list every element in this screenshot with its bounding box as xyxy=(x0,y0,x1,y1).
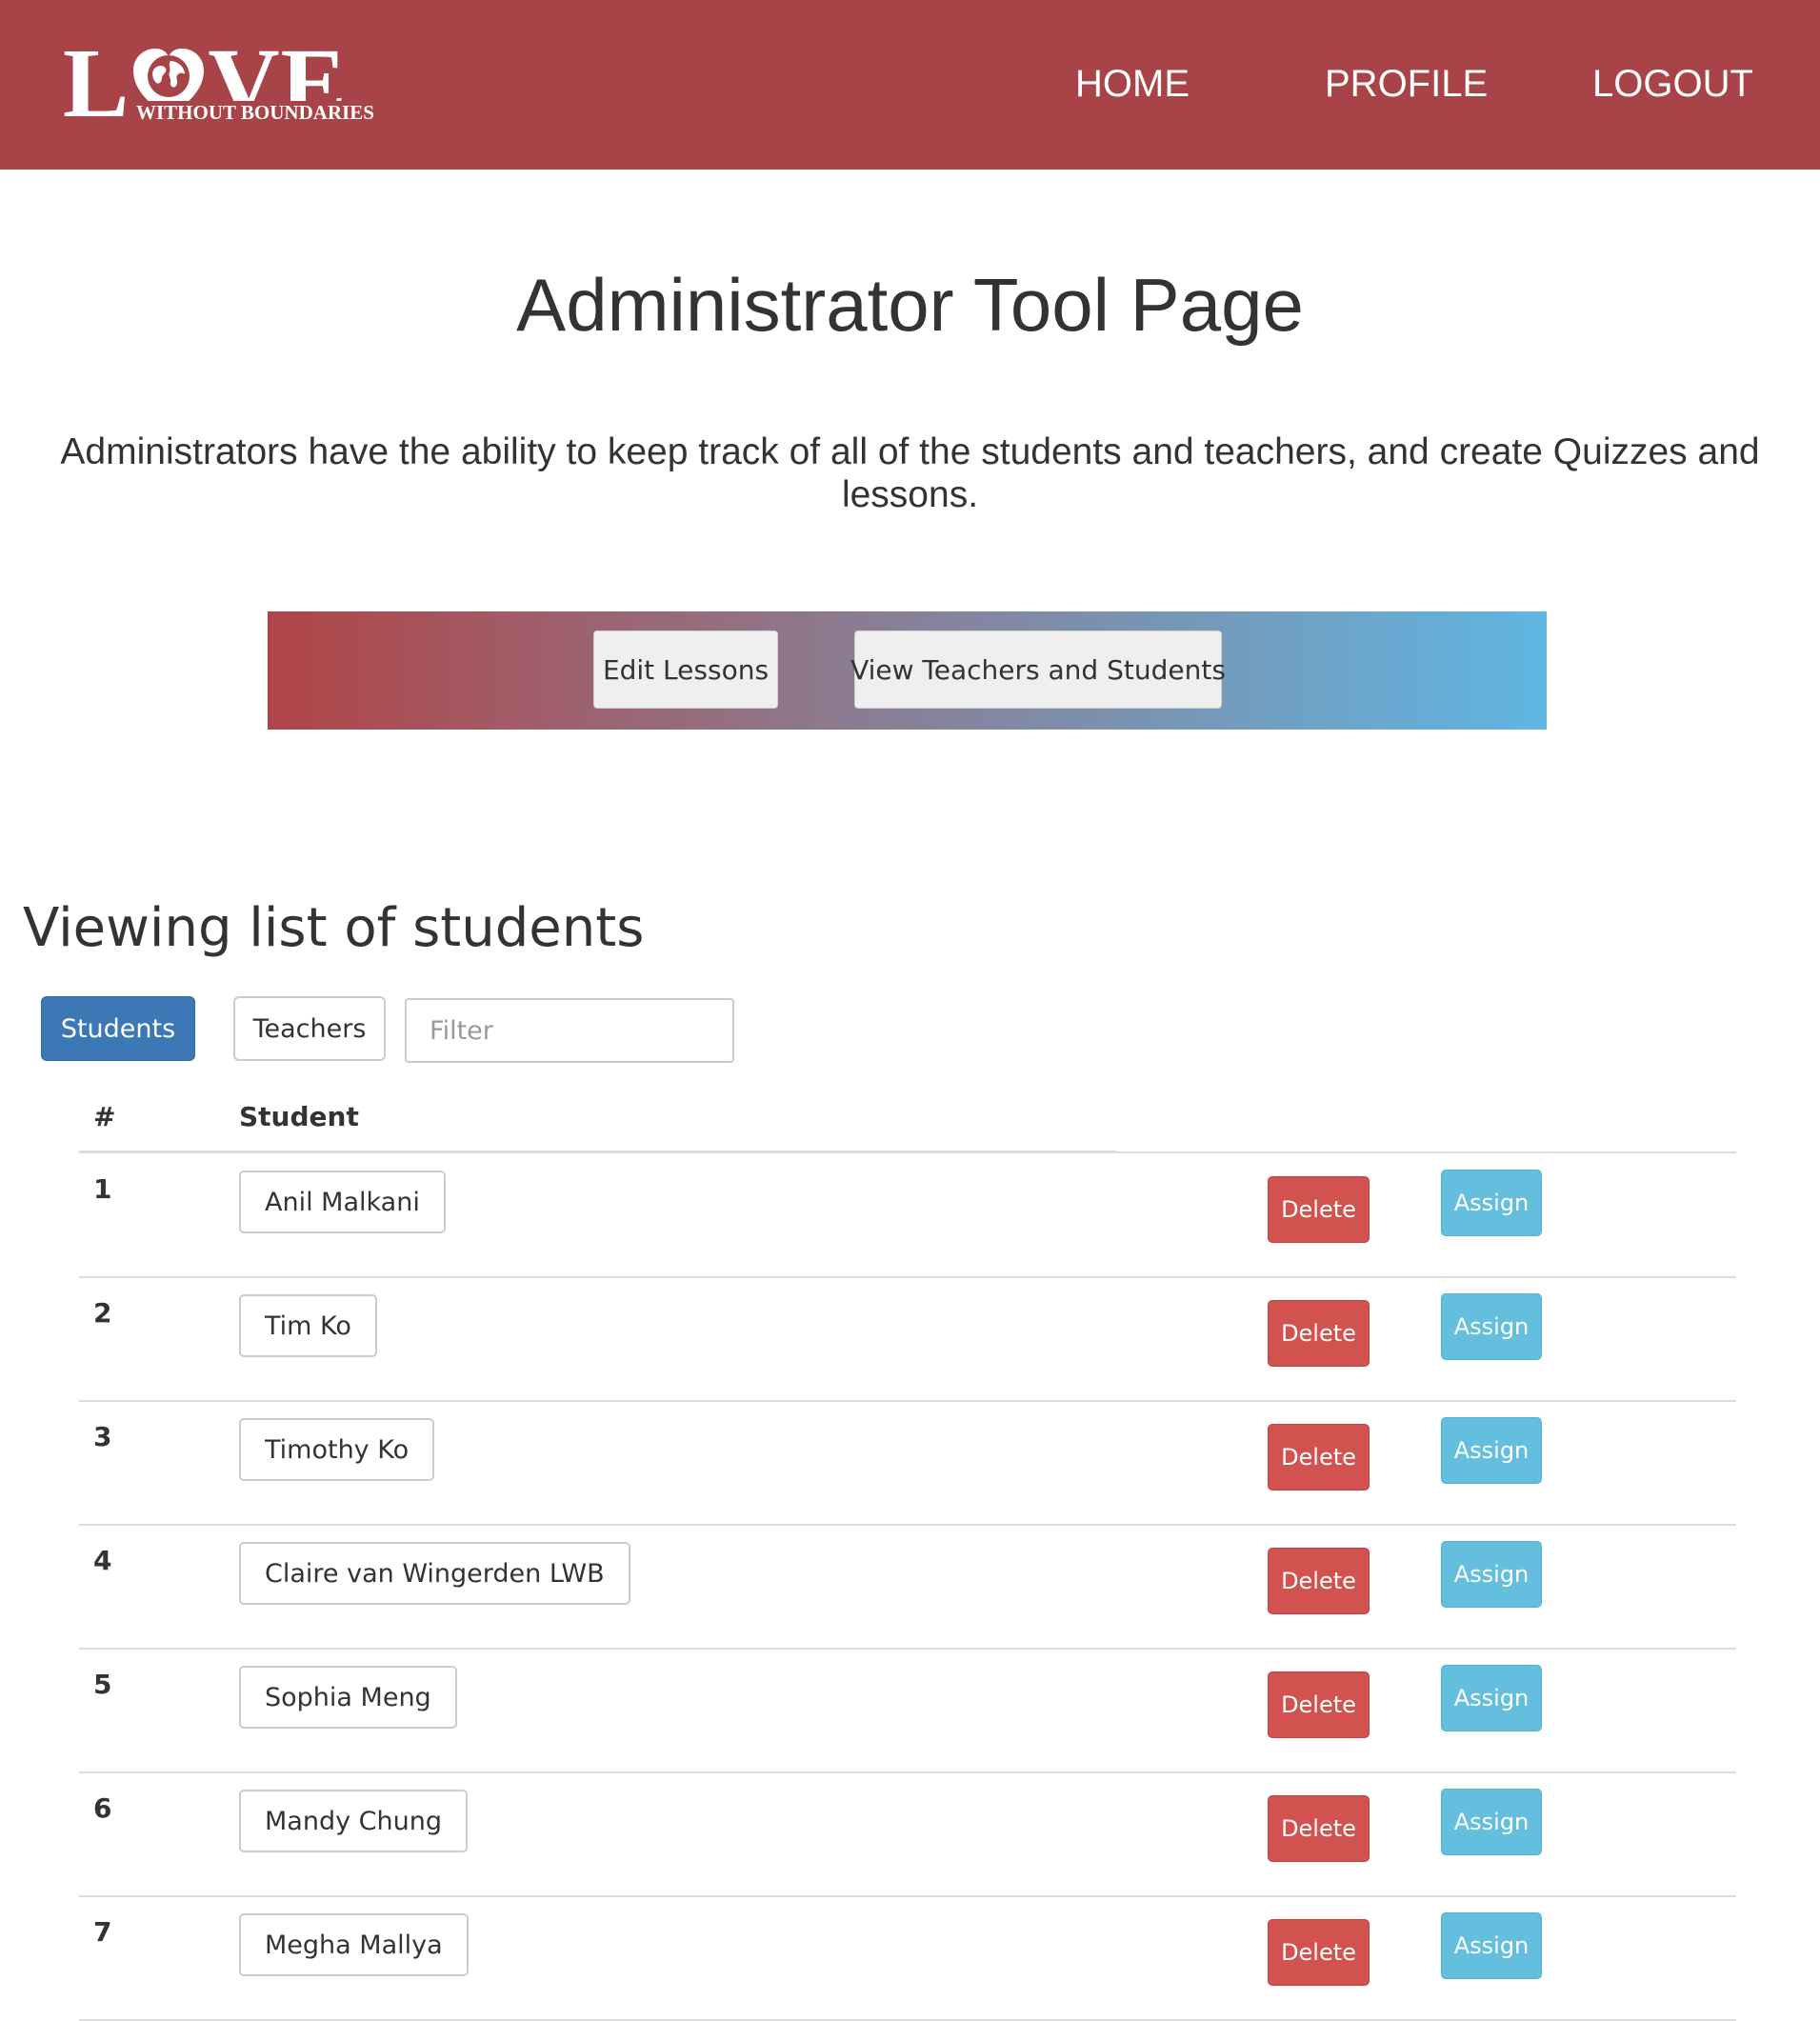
column-header-number: # xyxy=(93,1101,116,1132)
row-number: 2 xyxy=(93,1297,112,1329)
header-divider-extension xyxy=(1117,1151,1736,1153)
assign-button[interactable]: Assign xyxy=(1441,1541,1542,1608)
assign-button[interactable]: Assign xyxy=(1441,1912,1542,1979)
row-number: 5 xyxy=(93,1669,112,1700)
delete-button[interactable]: Delete xyxy=(1268,1176,1370,1243)
delete-button[interactable]: Delete xyxy=(1268,1300,1370,1367)
view-teachers-students-button[interactable]: View Teachers and Students xyxy=(850,630,1226,709)
filter-input[interactable] xyxy=(405,998,734,1063)
column-header-student: Student xyxy=(239,1101,359,1132)
teachers-toggle-button[interactable]: Teachers xyxy=(233,996,386,1061)
top-navbar: L VE WITHOUT BOUNDARIES HOME PROFILE LOG… xyxy=(0,0,1820,170)
row-number: 3 xyxy=(93,1421,112,1452)
delete-button[interactable]: Delete xyxy=(1268,1548,1370,1614)
assign-button[interactable]: Assign xyxy=(1441,1665,1542,1731)
nav-profile-link[interactable]: PROFILE xyxy=(1325,59,1488,109)
table-row: 6 Mandy Chung Delete Assign xyxy=(79,1773,1736,1897)
table-header: # Student xyxy=(79,1093,1736,1153)
assign-button[interactable]: Assign xyxy=(1441,1293,1542,1360)
row-number: 7 xyxy=(93,1916,112,1948)
brand-logo[interactable]: L VE WITHOUT BOUNDARIES xyxy=(63,34,387,133)
table-row: 1 Anil Malkani Delete Assign xyxy=(79,1154,1736,1278)
student-name-button[interactable]: Sophia Meng xyxy=(239,1666,457,1729)
students-toggle-button[interactable]: Students xyxy=(41,996,195,1061)
table-row: 3 Timothy Ko Delete Assign xyxy=(79,1402,1736,1526)
delete-button[interactable]: Delete xyxy=(1268,1424,1370,1491)
row-number: 6 xyxy=(93,1792,112,1824)
student-name-button[interactable]: Claire van Wingerden LWB xyxy=(239,1542,630,1605)
table-row: 5 Sophia Meng Delete Assign xyxy=(79,1650,1736,1773)
nav-logout-link[interactable]: LOGOUT xyxy=(1592,59,1753,109)
assign-button[interactable]: Assign xyxy=(1441,1417,1542,1484)
student-table-body: 1 Anil Malkani Delete Assign 2 Tim Ko De… xyxy=(79,1154,1736,2021)
table-row: 7 Megha Mallya Delete Assign xyxy=(79,1897,1736,2021)
delete-button[interactable]: Delete xyxy=(1268,1795,1370,1862)
student-name-button[interactable]: Anil Malkani xyxy=(239,1171,446,1233)
table-row: 2 Tim Ko Delete Assign xyxy=(79,1278,1736,1402)
page-description: Administrators have the ability to keep … xyxy=(60,431,1760,515)
list-heading: Viewing list of students xyxy=(23,897,645,959)
student-name-button[interactable]: Mandy Chung xyxy=(239,1790,468,1852)
assign-button[interactable]: Assign xyxy=(1441,1789,1542,1855)
delete-button[interactable]: Delete xyxy=(1268,1919,1370,1986)
table-row: 4 Claire van Wingerden LWB Delete Assign xyxy=(79,1526,1736,1650)
header-divider xyxy=(79,1151,1117,1153)
student-name-button[interactable]: Timothy Ko xyxy=(239,1418,435,1481)
assign-button[interactable]: Assign xyxy=(1441,1170,1542,1236)
row-number: 4 xyxy=(93,1545,112,1576)
edit-lessons-button[interactable]: Edit Lessons xyxy=(593,630,778,709)
page-title: Administrator Tool Page xyxy=(516,263,1304,347)
delete-button[interactable]: Delete xyxy=(1268,1671,1370,1738)
logo-subtitle: WITHOUT BOUNDARIES xyxy=(136,101,376,124)
nav-home-link[interactable]: HOME xyxy=(1075,59,1190,109)
student-name-button[interactable]: Megha Mallya xyxy=(239,1913,469,1976)
row-number: 1 xyxy=(93,1173,112,1205)
admin-action-bar: Edit Lessons View Teachers and Students xyxy=(268,611,1547,730)
student-name-button[interactable]: Tim Ko xyxy=(239,1294,377,1357)
